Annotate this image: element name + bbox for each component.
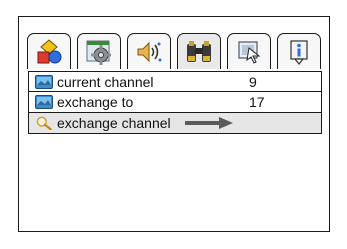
tv-screen-icon bbox=[35, 95, 53, 109]
settings-panel: current channel 9 exchange to 17 exchang… bbox=[18, 16, 330, 232]
arrow-right-icon[interactable] bbox=[184, 117, 233, 129]
speaker-icon bbox=[137, 41, 162, 62]
info-icon bbox=[290, 39, 308, 65]
tab-audio[interactable] bbox=[127, 33, 171, 69]
exchange-channel-label: exchange channel bbox=[57, 115, 171, 131]
row-exchange-channel[interactable]: exchange channel bbox=[28, 113, 322, 134]
current-channel-label: current channel bbox=[57, 73, 154, 90]
tab-shapes[interactable] bbox=[27, 33, 71, 69]
tab-display[interactable] bbox=[227, 33, 271, 69]
row-exchange-to[interactable]: exchange to 17 bbox=[28, 92, 322, 113]
tab-settings[interactable] bbox=[77, 33, 121, 69]
tab-search[interactable] bbox=[177, 33, 221, 69]
exchange-to-label: exchange to bbox=[57, 94, 134, 110]
magnifier-icon bbox=[36, 116, 52, 130]
tab-bar bbox=[27, 33, 323, 69]
tv-screen-icon bbox=[35, 74, 53, 89]
row-current-channel[interactable]: current channel 9 bbox=[28, 71, 322, 92]
current-channel-value: 9 bbox=[249, 74, 257, 90]
menu-list: current channel 9 exchange to 17 exchang… bbox=[28, 71, 322, 134]
shapes-icon bbox=[37, 38, 62, 63]
binoculars-icon bbox=[187, 40, 211, 62]
settings-gear-icon bbox=[86, 40, 111, 65]
screen-icon bbox=[238, 40, 261, 64]
exchange-to-value: 17 bbox=[249, 94, 265, 110]
tab-info[interactable] bbox=[277, 33, 321, 69]
